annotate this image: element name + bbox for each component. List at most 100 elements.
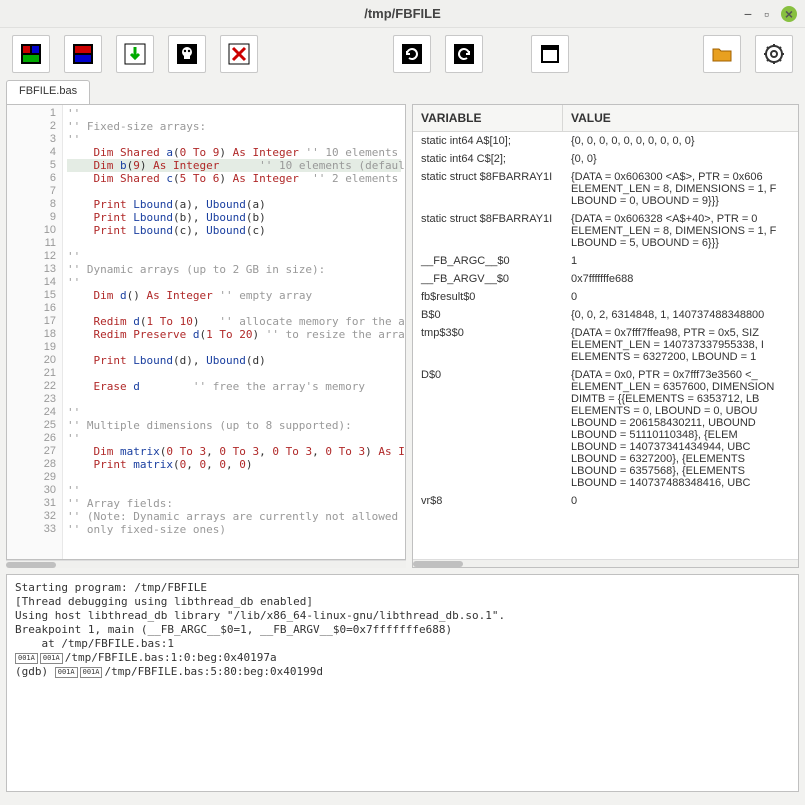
variable-row[interactable]: fb$result$00 [413, 288, 798, 306]
console-line: Breakpoint 1, main (__FB_ARGC__$0=1, __F… [15, 623, 790, 637]
open-folder-button[interactable] [703, 35, 741, 73]
minimize-icon[interactable]: − [744, 6, 752, 22]
debug-console[interactable]: Starting program: /tmp/FBFILE[Thread deb… [6, 574, 799, 792]
variable-row[interactable]: B$0{0, 0, 2, 6314848, 1, 140737488348800 [413, 306, 798, 324]
address-badge: 001A [80, 667, 103, 678]
variable-row[interactable]: static int64 A$[10];{0, 0, 0, 0, 0, 0, 0… [413, 132, 798, 150]
variable-value: {0, 0, 2, 6314848, 1, 140737488348800 [563, 309, 798, 321]
code-line[interactable]: Print Lbound(a), Ubound(a) [67, 198, 401, 211]
address-badge: 001A [40, 653, 63, 664]
code-line[interactable]: '' Array fields: [67, 497, 401, 510]
variable-value: {0, 0} [563, 153, 798, 165]
settings-button[interactable] [755, 35, 793, 73]
code-line[interactable]: '' [67, 250, 401, 263]
console-line: 001A001A/tmp/FBFILE.bas:1:0:beg:0x40197a [15, 651, 790, 665]
variable-value: {DATA = 0x606328 <A$+40>, PTR = 0 ELEMEN… [563, 213, 798, 249]
code-line[interactable]: '' only fixed-size ones) [67, 523, 401, 536]
code-line[interactable]: Print Lbound(b), Ubound(b) [67, 211, 401, 224]
variable-row[interactable]: tmp$3$0{DATA = 0x7fff7ffea98, PTR = 0x5,… [413, 324, 798, 366]
refresh-a-button[interactable] [393, 35, 431, 73]
code-line[interactable]: '' Fixed-size arrays: [67, 120, 401, 133]
code-line[interactable]: Dim matrix(0 To 3, 0 To 3, 0 To 3, 0 To … [67, 445, 401, 458]
line-number: 1 [7, 107, 56, 120]
code-line[interactable]: Dim d() As Integer '' empty array [67, 289, 401, 302]
line-number: 5 [7, 159, 56, 172]
tool-button-2[interactable] [64, 35, 102, 73]
code-line[interactable] [67, 302, 401, 315]
column-variable-header[interactable]: VARIABLE [413, 105, 563, 131]
vars-h-scrollbar[interactable] [413, 559, 798, 567]
refresh-b-button[interactable] [445, 35, 483, 73]
line-number: 26 [7, 432, 56, 445]
variables-panel: VARIABLE VALUE static int64 A$[10];{0, 0… [412, 104, 799, 568]
line-number: 20 [7, 354, 56, 367]
line-number: 9 [7, 211, 56, 224]
titlebar: /tmp/FBFILE − ▫ × [0, 0, 805, 28]
code-line[interactable] [67, 185, 401, 198]
variable-value: 1 [563, 255, 798, 267]
variable-row[interactable]: __FB_ARGV__$00x7fffffffe688 [413, 270, 798, 288]
column-value-header[interactable]: VALUE [563, 105, 798, 131]
step-into-button[interactable] [116, 35, 154, 73]
line-number: 2 [7, 120, 56, 133]
line-number: 30 [7, 484, 56, 497]
skull-button[interactable] [168, 35, 206, 73]
close-icon[interactable]: × [781, 6, 797, 22]
variable-row[interactable]: D$0{DATA = 0x0, PTR = 0x7fff73e3560 <_ E… [413, 366, 798, 492]
code-line[interactable]: '' [67, 432, 401, 445]
maximize-icon[interactable]: ▫ [764, 6, 769, 22]
code-h-scrollbar[interactable] [6, 560, 406, 568]
variable-row[interactable]: static struct $8FBARRAY1I{DATA = 0x60630… [413, 168, 798, 210]
code-line[interactable] [67, 237, 401, 250]
line-number: 4 [7, 146, 56, 159]
code-line[interactable]: Print Lbound(d), Ubound(d) [67, 354, 401, 367]
window-title: /tmp/FBFILE [364, 6, 441, 21]
code-line[interactable]: '' [67, 107, 401, 120]
code-line[interactable]: Print matrix(0, 0, 0, 0) [67, 458, 401, 471]
line-number: 29 [7, 471, 56, 484]
code-line[interactable] [67, 367, 401, 380]
line-number: 10 [7, 224, 56, 237]
code-line[interactable]: Dim Shared a(0 To 9) As Integer '' 10 el… [67, 146, 401, 159]
line-number: 22 [7, 380, 56, 393]
variable-name: static struct $8FBARRAY1I [413, 171, 563, 207]
code-line[interactable] [67, 341, 401, 354]
variable-name: B$0 [413, 309, 563, 321]
line-number: 13 [7, 263, 56, 276]
line-number: 25 [7, 419, 56, 432]
line-number: 8 [7, 198, 56, 211]
variable-row[interactable]: static struct $8FBARRAY1I{DATA = 0x60632… [413, 210, 798, 252]
variable-row[interactable]: vr$80 [413, 492, 798, 510]
code-line[interactable]: Dim b(9) As Integer '' 10 elements (defa… [67, 159, 401, 172]
code-line[interactable]: Dim Shared c(5 To 6) As Integer '' 2 ele… [67, 172, 401, 185]
terminal-button[interactable] [531, 35, 569, 73]
address-badge: 001A [15, 653, 38, 664]
code-line[interactable]: Redim Preserve d(1 To 20) '' to resize t… [67, 328, 401, 341]
code-line[interactable]: '' (Note: Dynamic arrays are currently n… [67, 510, 401, 523]
code-line[interactable]: '' Multiple dimensions (up to 8 supporte… [67, 419, 401, 432]
cancel-button[interactable] [220, 35, 258, 73]
line-number: 11 [7, 237, 56, 250]
tool-button-1[interactable] [12, 35, 50, 73]
variable-row[interactable]: static int64 C$[2];{0, 0} [413, 150, 798, 168]
code-line[interactable]: '' [67, 484, 401, 497]
line-number: 33 [7, 523, 56, 536]
variable-row[interactable]: __FB_ARGC__$01 [413, 252, 798, 270]
code-line[interactable]: Redim d(1 To 10) '' allocate memory for … [67, 315, 401, 328]
code-line[interactable] [67, 471, 401, 484]
line-number: 24 [7, 406, 56, 419]
code-line[interactable]: '' Dynamic arrays (up to 2 GB in size): [67, 263, 401, 276]
code-editor[interactable]: 1234567891011121314151617181920212223242… [6, 104, 406, 560]
address-badge: 001A [55, 667, 78, 678]
code-line[interactable]: '' [67, 406, 401, 419]
variable-value: 0 [563, 495, 798, 507]
line-number: 19 [7, 341, 56, 354]
code-line[interactable]: '' [67, 276, 401, 289]
code-line[interactable]: Print Lbound(c), Ubound(c) [67, 224, 401, 237]
code-line[interactable] [67, 393, 401, 406]
file-tab[interactable]: FBFILE.bas [6, 80, 90, 104]
variable-name: tmp$3$0 [413, 327, 563, 363]
console-line: Using host libthread_db library "/lib/x8… [15, 609, 790, 623]
code-line[interactable]: Erase d '' free the array's memory [67, 380, 401, 393]
code-line[interactable]: '' [67, 133, 401, 146]
